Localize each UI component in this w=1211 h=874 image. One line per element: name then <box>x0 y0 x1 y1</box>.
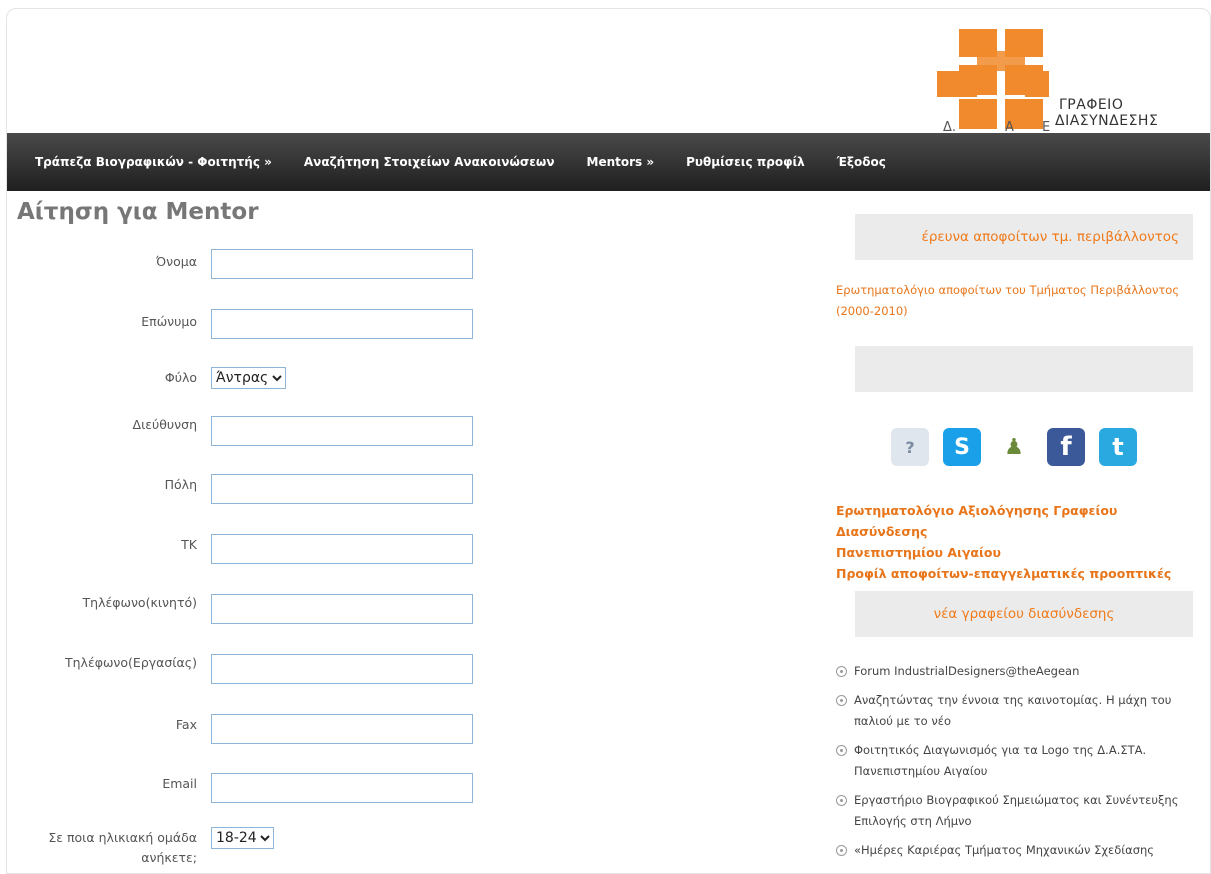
news-item-text[interactable]: «Ημέρες Καριέρας Τμήματος Μηχανικών Σχεδ… <box>854 843 1154 857</box>
news-item[interactable]: «Ημέρες Καριέρας Τμήματος Μηχανικών Σχεδ… <box>836 840 1206 861</box>
email-label: Email <box>162 776 197 791</box>
work-phone-input[interactable] <box>211 654 473 684</box>
surname-label: Επώνυμο <box>141 314 197 329</box>
address-label: Διεύθυνση <box>132 417 197 432</box>
field-row-surname: Επώνυμο <box>7 309 487 343</box>
logo-text-line2: ΔΙΑΣΥΝΔΕΣΗΣ <box>1055 113 1159 129</box>
evaluation-survey-link-line1[interactable]: Ερωτηματολόγιο Αξιολόγησης Γραφείου Διασ… <box>836 500 1206 542</box>
news-item-text[interactable]: Εργαστήριο Βιογραφικού Σημειώματος και Σ… <box>854 793 1178 828</box>
users-icon[interactable]: ♟ <box>995 428 1033 466</box>
bullet-icon <box>836 666 847 677</box>
graduates-survey-heading: έρευνα αποφοίτων τμ. περιβάλλοντος <box>855 214 1193 260</box>
age-group-label-line1: Σε ποια ηλικιακή ομάδα <box>48 830 197 845</box>
faq-icon[interactable]: ? <box>891 428 929 466</box>
mobile-input[interactable] <box>211 594 473 624</box>
work-phone-label: Τηλέφωνο(Εργασίας) <box>64 655 197 670</box>
city-label: Πόλη <box>164 477 197 492</box>
bullet-icon <box>836 795 847 806</box>
field-row-gender: Φύλο Άντρας <box>7 367 487 401</box>
facebook-icon[interactable]: f <box>1047 428 1085 466</box>
postcode-label: ΤΚ <box>181 537 197 552</box>
field-row-email: Email <box>7 773 487 807</box>
field-row-address: Διεύθυνση <box>7 416 487 450</box>
main-nav: Τράπεζα Βιογραφικών - Φοιτητής » Αναζήτη… <box>7 133 1210 191</box>
social-icons: ? S ♟ f t <box>891 423 1151 471</box>
field-row-work-phone: Τηλέφωνο(Εργασίας) <box>7 654 487 688</box>
name-input[interactable] <box>211 249 473 279</box>
field-row-age-group: Σε ποια ηλικιακή ομάδα ανήκετε; 18-24 <box>7 827 487 873</box>
bullet-icon <box>836 845 847 856</box>
age-group-select[interactable]: 18-24 <box>211 827 274 849</box>
news-item-text[interactable]: Αναζητώντας την έννοια της καινοτομίας. … <box>854 693 1171 728</box>
field-row-fax: Fax <box>7 714 487 748</box>
gender-select[interactable]: Άντρας <box>211 367 286 389</box>
nav-item-mentors[interactable]: Mentors » <box>587 155 655 169</box>
field-row-name: Όνομα <box>7 249 487 283</box>
graduates-survey-link[interactable]: Ερωτηματολόγιο αποφοίτων του Τμήματος Πε… <box>836 280 1206 322</box>
address-input[interactable] <box>211 416 473 446</box>
evaluation-survey-link-line2[interactable]: Πανεπιστημίου Αιγαίου <box>836 542 1206 563</box>
nav-item-profile-settings[interactable]: Ρυθμίσεις προφίλ <box>686 155 805 169</box>
nav-item-cv-bank[interactable]: Τράπεζα Βιογραφικών - Φοιτητής » <box>35 155 272 169</box>
news-item[interactable]: Εργαστήριο Βιογραφικού Σημειώματος και Σ… <box>836 790 1206 832</box>
city-input[interactable] <box>211 474 473 504</box>
page-title: Αίτηση για Mentor <box>17 199 259 225</box>
logo-text-line1: ΓΡΑΦΕΙΟ <box>1059 97 1124 113</box>
nav-item-logout[interactable]: Έξοδος <box>837 155 886 169</box>
age-group-label-line2: ανήκετε; <box>141 850 197 865</box>
twitter-icon[interactable]: t <box>1099 428 1137 466</box>
news-item[interactable]: Αναζητώντας την έννοια της καινοτομίας. … <box>836 690 1206 732</box>
gender-label: Φύλο <box>164 370 197 385</box>
news-item-text[interactable]: Φοιτητικός Διαγωνισμός για τα Logo της Δ… <box>854 743 1146 778</box>
graduates-survey-link-line1[interactable]: Ερωτηματολόγιο αποφοίτων του Τμήματος Πε… <box>836 280 1206 301</box>
news-item-text[interactable]: Forum IndustrialDesigners@theAegean <box>854 664 1079 678</box>
page: Δ. Α Ε ΓΡΑΦΕΙΟ ΔΙΑΣΥΝΔΕΣΗΣ Τράπεζα Βιογρ… <box>6 8 1211 874</box>
field-row-postcode: ΤΚ <box>7 534 487 568</box>
empty-sidebar-box <box>855 346 1193 392</box>
surname-input[interactable] <box>211 309 473 339</box>
bullet-icon <box>836 695 847 706</box>
postcode-input[interactable] <box>211 534 473 564</box>
news-item[interactable]: Φοιτητικός Διαγωνισμός για τα Logo της Δ… <box>836 740 1206 782</box>
bullet-icon <box>836 745 847 756</box>
fax-input[interactable] <box>211 714 473 744</box>
fax-label: Fax <box>175 717 197 732</box>
news-heading: νέα γραφείου διασύνδεσης <box>855 591 1193 637</box>
nav-item-search-announcements[interactable]: Αναζήτηση Στοιχείων Ανακοινώσεων <box>304 155 555 169</box>
field-row-city: Πόλη <box>7 474 487 508</box>
graduates-survey-link-line2[interactable]: (2000-2010) <box>836 301 1206 322</box>
header: Δ. Α Ε ΓΡΑΦΕΙΟ ΔΙΑΣΥΝΔΕΣΗΣ <box>7 9 1210 135</box>
skype-icon[interactable]: S <box>943 428 981 466</box>
news-item[interactable]: Forum IndustrialDesigners@theAegean <box>836 661 1206 682</box>
evaluation-survey-link[interactable]: Ερωτηματολόγιο Αξιολόγησης Γραφείου Διασ… <box>836 500 1206 584</box>
email-input[interactable] <box>211 773 473 803</box>
name-label: Όνομα <box>156 254 197 269</box>
mobile-label: Τηλέφωνο(κινητό) <box>82 595 197 610</box>
graduates-profile-link[interactable]: Προφίλ αποφοίτων-επαγγελματικές προοπτικ… <box>836 563 1206 584</box>
news-list: Forum IndustrialDesigners@theAegean Αναζ… <box>836 661 1206 869</box>
field-row-mobile: Τηλέφωνο(κινητό) <box>7 594 487 628</box>
